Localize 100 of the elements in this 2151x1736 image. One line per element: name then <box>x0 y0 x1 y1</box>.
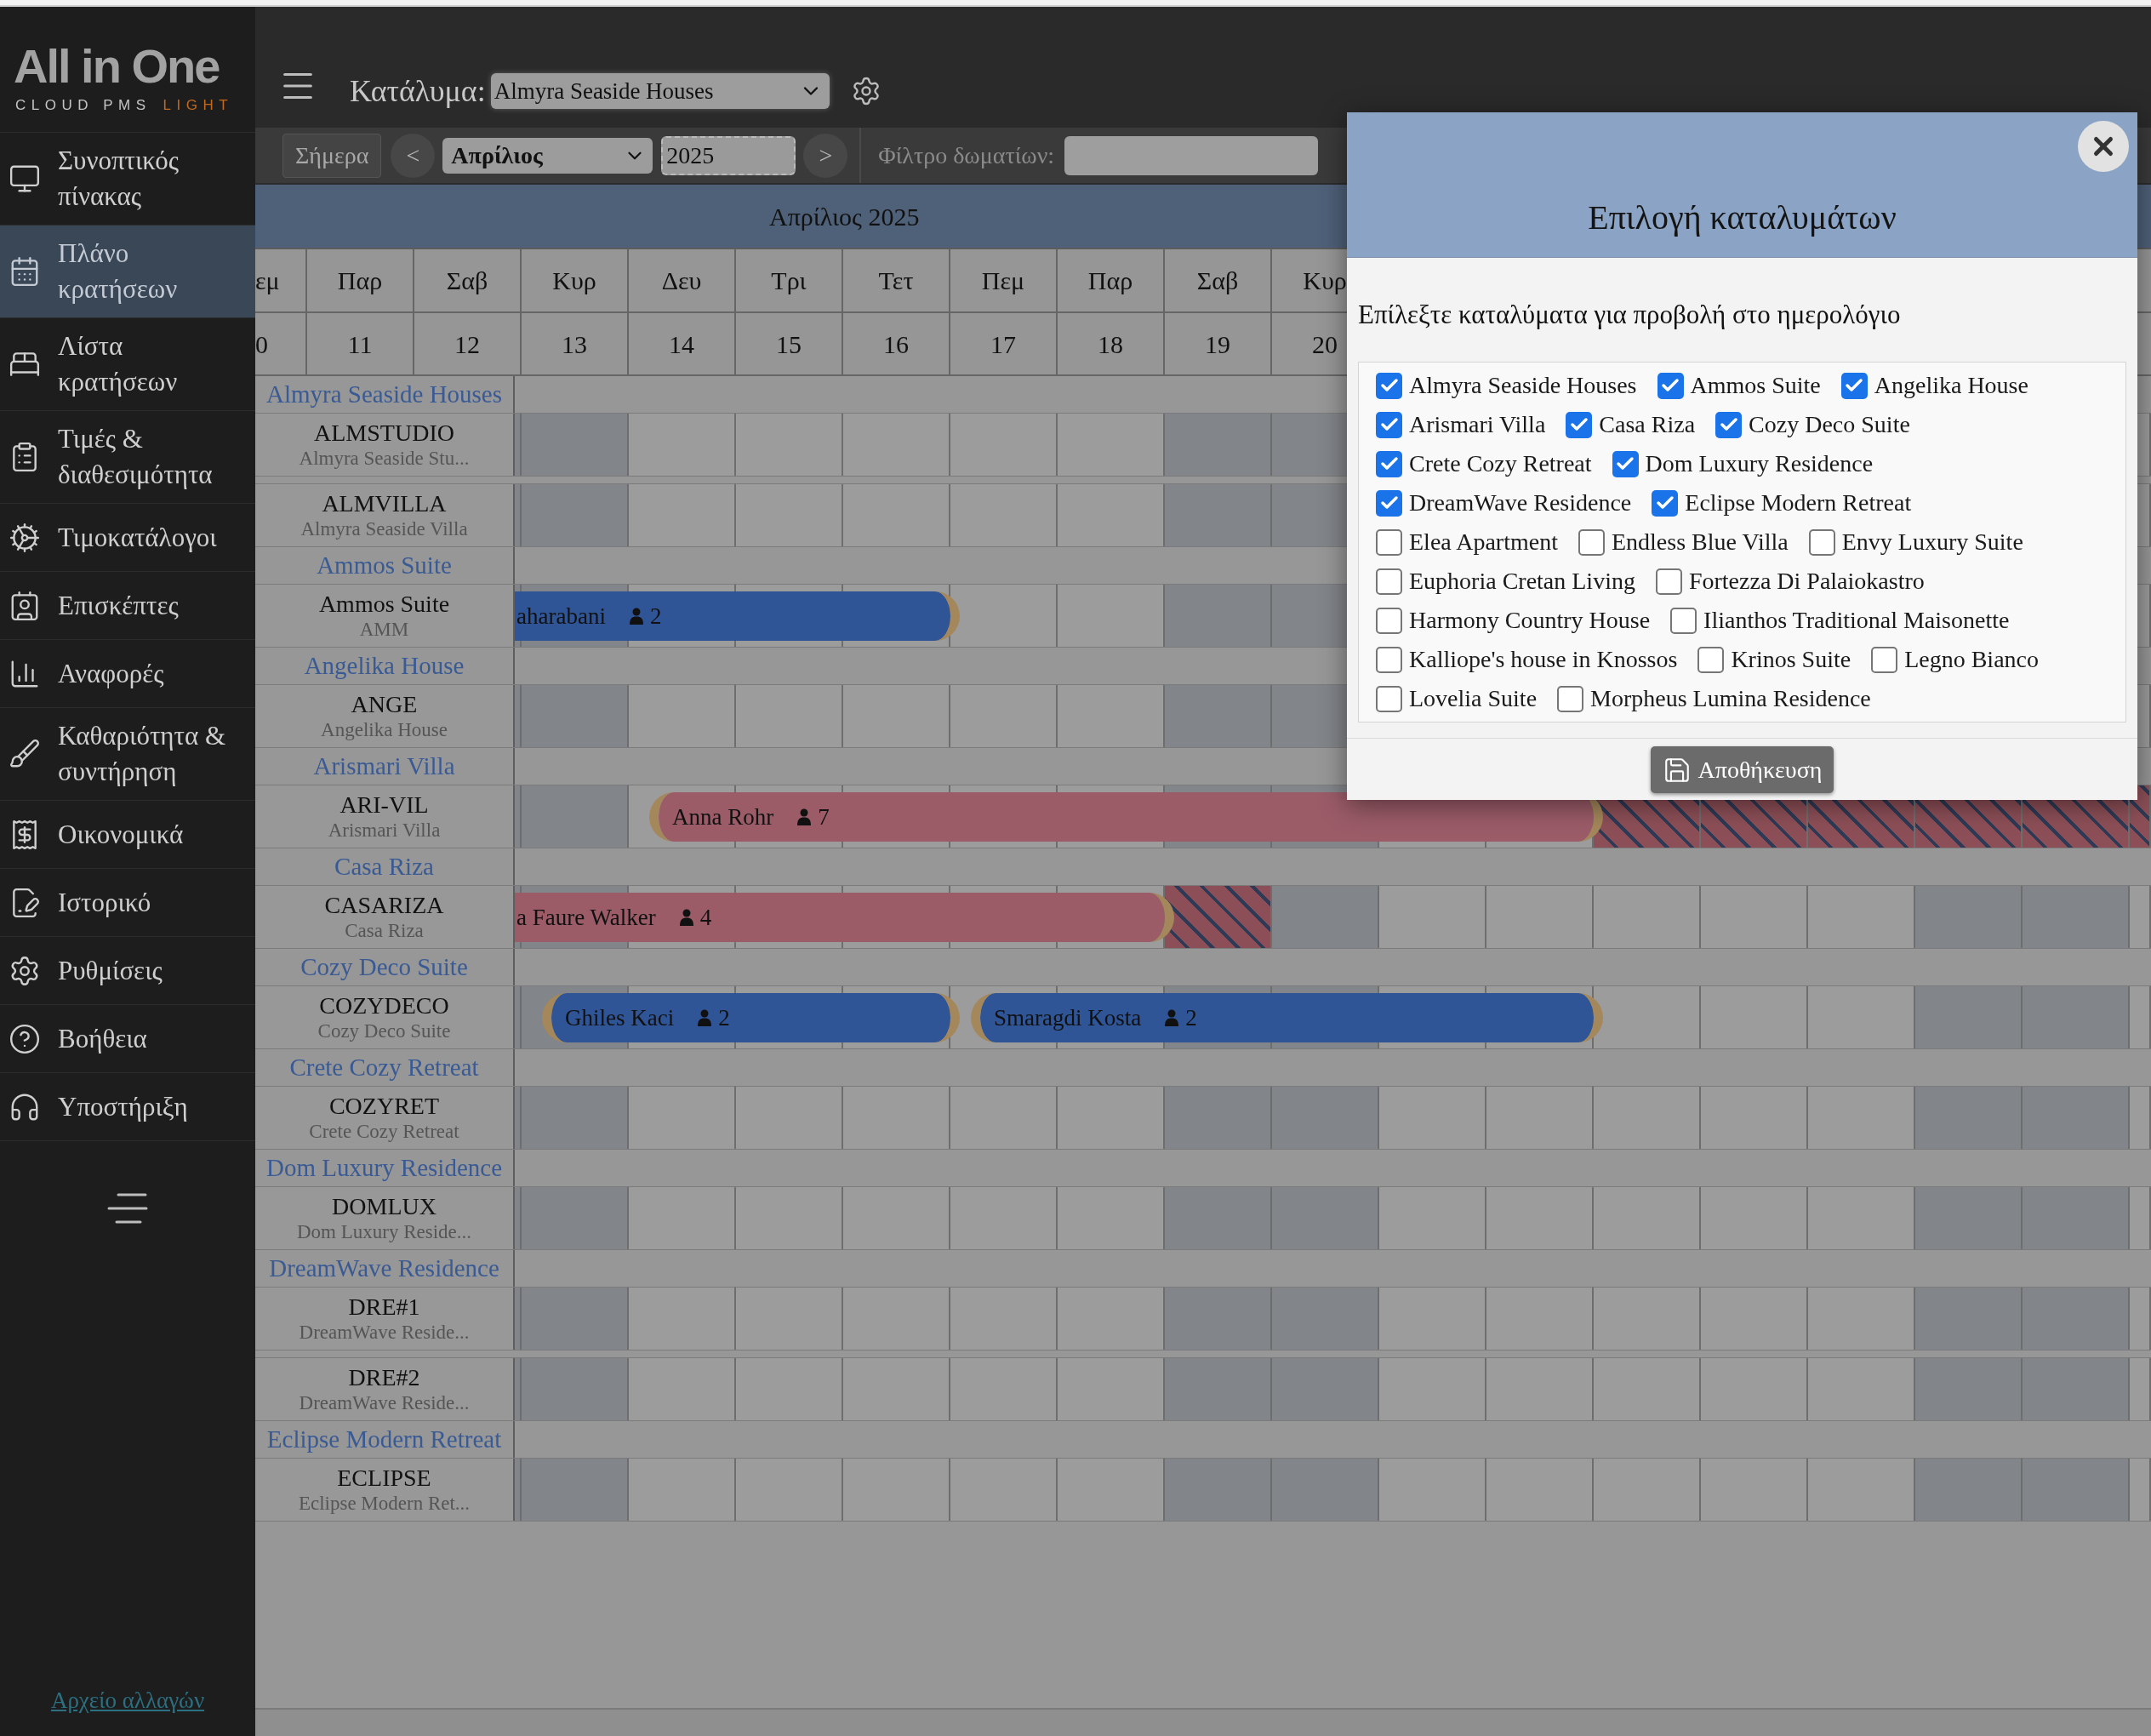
guest-name: Smaragdi Kosta <box>994 1003 1142 1032</box>
checkbox[interactable] <box>1670 607 1697 634</box>
day-name-cell: Τρι <box>736 249 843 311</box>
checkbox-label[interactable]: Casa Riza <box>1599 410 1696 439</box>
previous-button[interactable]: < <box>391 133 436 178</box>
guest-count: 2 <box>649 602 662 631</box>
close-button[interactable] <box>2078 121 2129 172</box>
checkbox-label[interactable]: Almyra Seaside Houses <box>1409 371 1637 400</box>
booking-bar[interactable]: Anna Rohr 7 <box>649 792 1603 842</box>
date-cell: 13 <box>522 313 629 374</box>
room-title: COZYRET <box>328 1092 440 1120</box>
room-subtitle: Angelika House <box>321 717 448 742</box>
checkbox-label[interactable]: Crete Cozy Retreat <box>1409 449 1592 478</box>
person-icon <box>698 1009 712 1026</box>
room-title: ECLIPSE <box>337 1464 431 1492</box>
checkbox-label[interactable]: Lovelia Suite <box>1409 684 1538 713</box>
checkbox[interactable] <box>1376 568 1402 595</box>
date-cell: 12 <box>414 313 522 374</box>
room-subtitle: Crete Cozy Retreat <box>309 1119 459 1144</box>
gear-icon <box>9 521 41 554</box>
room-subtitle: Dom Luxury Reside... <box>296 1219 472 1244</box>
month-select[interactable]: Απρίλιος <box>442 137 653 174</box>
next-button[interactable]: > <box>803 133 848 178</box>
room-title: CASARIZA <box>324 891 444 919</box>
checkbox[interactable] <box>1840 372 1868 399</box>
checkbox-label[interactable]: Fortezza Di Palaiokastro <box>1688 567 1925 596</box>
room-subtitle: Cozy Deco Suite <box>317 1019 451 1043</box>
checkbox[interactable] <box>1655 568 1682 595</box>
checkbox-label[interactable]: Envy Luxury Suite <box>1841 528 2023 557</box>
room-subtitle: Arismari Villa <box>328 818 441 842</box>
checkbox-label[interactable]: Krinos Suite <box>1731 645 1851 674</box>
checkbox-label[interactable]: Ammos Suite <box>1690 371 1821 400</box>
modal-title: Επιλογή καταλυμάτων <box>1588 197 1897 238</box>
logo-tagline: CLOUD PMS <box>15 97 151 114</box>
room-title: COZYDECO <box>319 991 449 1019</box>
checkbox-label[interactable]: Arismari Villa <box>1409 410 1546 439</box>
day-name-cell: Δευ <box>629 249 736 311</box>
today-button[interactable]: Σήμερα <box>282 133 382 178</box>
room-title: ALMVILLA <box>322 489 447 517</box>
checkbox[interactable] <box>1376 528 1402 556</box>
room-subtitle: DreamWave Reside... <box>299 1320 470 1345</box>
room-subtitle: AMM <box>359 617 409 642</box>
date-cell: 16 <box>843 313 950 374</box>
day-name-cell: Τετ <box>843 249 950 311</box>
room-filter-field[interactable] <box>1064 135 1319 175</box>
date-cell: 14 <box>629 313 736 374</box>
room-title: ARI-VIL <box>339 791 429 819</box>
checkbox[interactable] <box>1578 528 1605 556</box>
checkbox-label[interactable]: Kalliope's house in Knossos <box>1409 645 1678 674</box>
day-name-cell: Σαβ <box>1165 249 1272 311</box>
checkbox-label[interactable]: Elea Apartment <box>1409 528 1558 557</box>
checkbox[interactable] <box>1566 411 1593 438</box>
checkbox[interactable] <box>1376 411 1402 438</box>
checkbox-label[interactable]: Eclipse Modern Retreat <box>1685 488 1912 517</box>
checkbox[interactable] <box>1376 607 1402 634</box>
checkbox-label[interactable]: Angelika House <box>1874 371 2028 400</box>
checkbox[interactable] <box>1697 646 1725 673</box>
room-title: DOMLUX <box>332 1192 436 1220</box>
room-subtitle: DreamWave Reside... <box>299 1391 470 1415</box>
room-title: DRE#2 <box>348 1363 420 1391</box>
checkbox[interactable] <box>1612 450 1639 477</box>
checkbox[interactable] <box>1715 411 1743 438</box>
checkbox-label[interactable]: DreamWave Residence <box>1409 488 1632 517</box>
guest-name: Anna Rohr <box>672 802 774 831</box>
checkbox[interactable] <box>1871 646 1898 673</box>
checkbox[interactable] <box>1376 489 1402 517</box>
booking-bar[interactable]: a Faure Walker 4 <box>515 893 1174 942</box>
date-cell: 15 <box>736 313 843 374</box>
guest-count: 4 <box>699 903 712 932</box>
guest-count: 2 <box>1185 1003 1197 1032</box>
checkbox[interactable] <box>1657 372 1684 399</box>
day-name-cell: Παρ <box>1058 249 1165 311</box>
checkbox[interactable] <box>1376 372 1402 399</box>
checkbox-label[interactable]: Ilianthos Traditional Maisonette <box>1703 606 2010 635</box>
nav-item[interactable]: Πλάνο κρατήσεων <box>0 226 255 318</box>
checkbox-label[interactable]: Legno Bianco <box>1904 645 2039 674</box>
room-subtitle: Eclipse Modern Ret... <box>298 1491 471 1516</box>
checkbox-label[interactable]: Dom Luxury Residence <box>1645 449 1874 478</box>
checkbox-label[interactable]: Cozy Deco Suite <box>1749 410 1910 439</box>
day-name-cell: Πεμ <box>950 249 1058 311</box>
date-cell: 0 <box>255 313 307 374</box>
checkbox-label[interactable]: Euphoria Cretan Living <box>1409 567 1635 596</box>
checkbox-label[interactable]: Endless Blue Villa <box>1611 528 1789 557</box>
save-button[interactable]: Αποθήκευση <box>1650 746 1834 793</box>
checkbox[interactable] <box>1376 646 1402 673</box>
checkbox[interactable] <box>1652 489 1679 517</box>
checkbox-label[interactable]: Harmony Country House <box>1409 606 1651 635</box>
day-name-cell: Παρ <box>307 249 414 311</box>
checkbox[interactable] <box>1808 528 1835 556</box>
room-title: DRE#1 <box>348 1293 420 1321</box>
room-subtitle: Almyra Seaside Stu... <box>299 446 470 471</box>
logo-title: All in One <box>14 43 220 90</box>
checkbox[interactable] <box>1376 685 1402 712</box>
help-icon <box>9 1022 41 1055</box>
checkbox[interactable] <box>1557 685 1584 712</box>
menu-lines-icon[interactable] <box>106 1192 149 1225</box>
checkbox[interactable] <box>1376 450 1402 477</box>
property-select[interactable]: Almyra Seaside Houses <box>490 73 830 109</box>
year-field[interactable]: 2025 <box>661 135 796 175</box>
checkbox-label[interactable]: Morpheus Lumina Residence <box>1590 684 1871 713</box>
